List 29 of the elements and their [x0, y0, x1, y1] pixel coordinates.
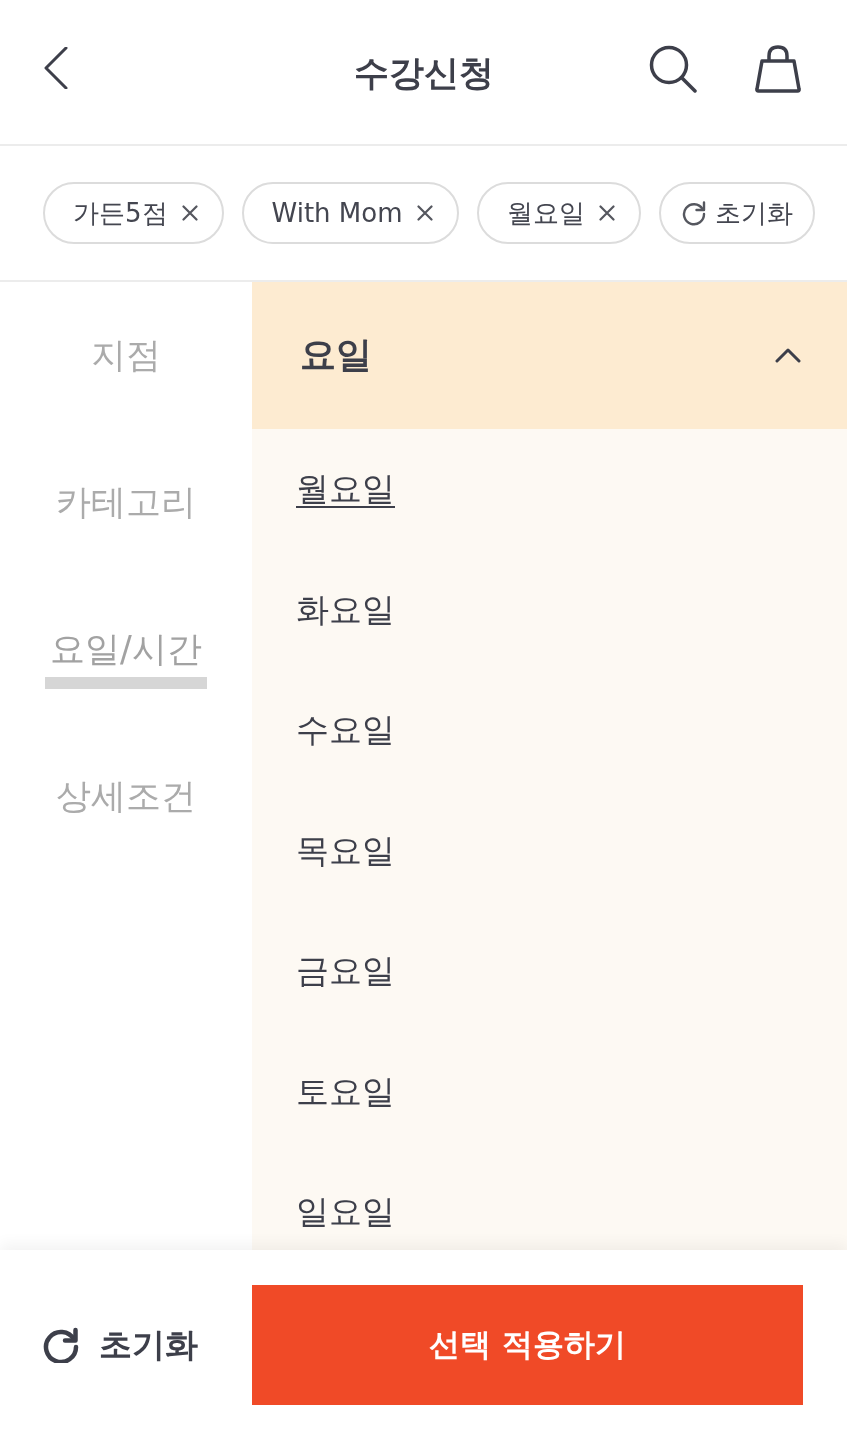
close-icon — [598, 205, 615, 221]
day-option[interactable]: 목요일 — [296, 830, 395, 871]
day-option[interactable]: 화요일 — [296, 589, 395, 630]
reset-filters-chip[interactable]: 초기화 — [658, 182, 815, 244]
search-button[interactable] — [649, 45, 697, 93]
page-title: 수강신청 — [353, 52, 494, 95]
close-icon — [181, 205, 198, 221]
back-button[interactable] — [44, 47, 68, 89]
filter-chip-label: 가든5점 — [73, 196, 168, 230]
search-icon — [649, 45, 697, 93]
day-option[interactable]: 수요일 — [296, 710, 395, 751]
refresh-icon — [42, 1327, 79, 1363]
back-icon — [44, 47, 68, 89]
day-option[interactable]: 일요일 — [296, 1192, 395, 1233]
filter-chip-label: 월요일 — [506, 196, 585, 230]
section-header[interactable]: 요일 — [252, 282, 847, 429]
day-option[interactable]: 월요일 — [296, 469, 395, 510]
shopping-bag-button[interactable] — [755, 45, 801, 93]
remove-filter-button[interactable] — [181, 205, 198, 221]
apply-selection-button[interactable]: 선택 적용하기 — [252, 1285, 803, 1405]
day-option[interactable]: 토요일 — [296, 1071, 395, 1112]
remove-filter-button[interactable] — [598, 205, 615, 221]
refresh-icon — [680, 200, 707, 226]
reset-button[interactable]: 초기화 — [42, 1322, 198, 1368]
remove-filter-button[interactable] — [416, 205, 433, 221]
close-icon — [416, 205, 433, 221]
day-option[interactable]: 금요일 — [296, 951, 395, 992]
shopping-bag-icon — [755, 45, 801, 93]
filter-chip-label: With Mom — [271, 198, 403, 228]
